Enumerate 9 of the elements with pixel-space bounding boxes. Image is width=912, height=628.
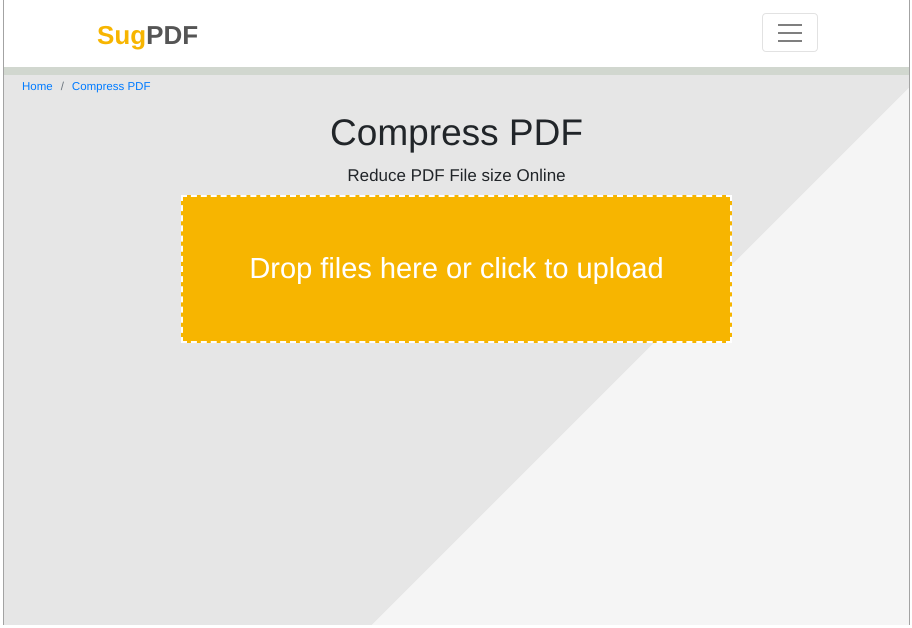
upload-drop-zone[interactable]: Drop files here or click to upload xyxy=(181,195,732,343)
breadcrumb-link[interactable]: Home xyxy=(22,80,53,94)
breadcrumb-separator: / xyxy=(60,80,64,94)
menu-button[interactable] xyxy=(762,13,818,52)
breadcrumb-link[interactable]: Compress PDF xyxy=(72,80,150,94)
page-subtitle: Reduce PDF File size Online xyxy=(347,165,566,187)
page-title: Compress PDF xyxy=(330,111,583,155)
menu-icon xyxy=(778,24,802,42)
logo[interactable]: SugPDF xyxy=(97,20,198,50)
